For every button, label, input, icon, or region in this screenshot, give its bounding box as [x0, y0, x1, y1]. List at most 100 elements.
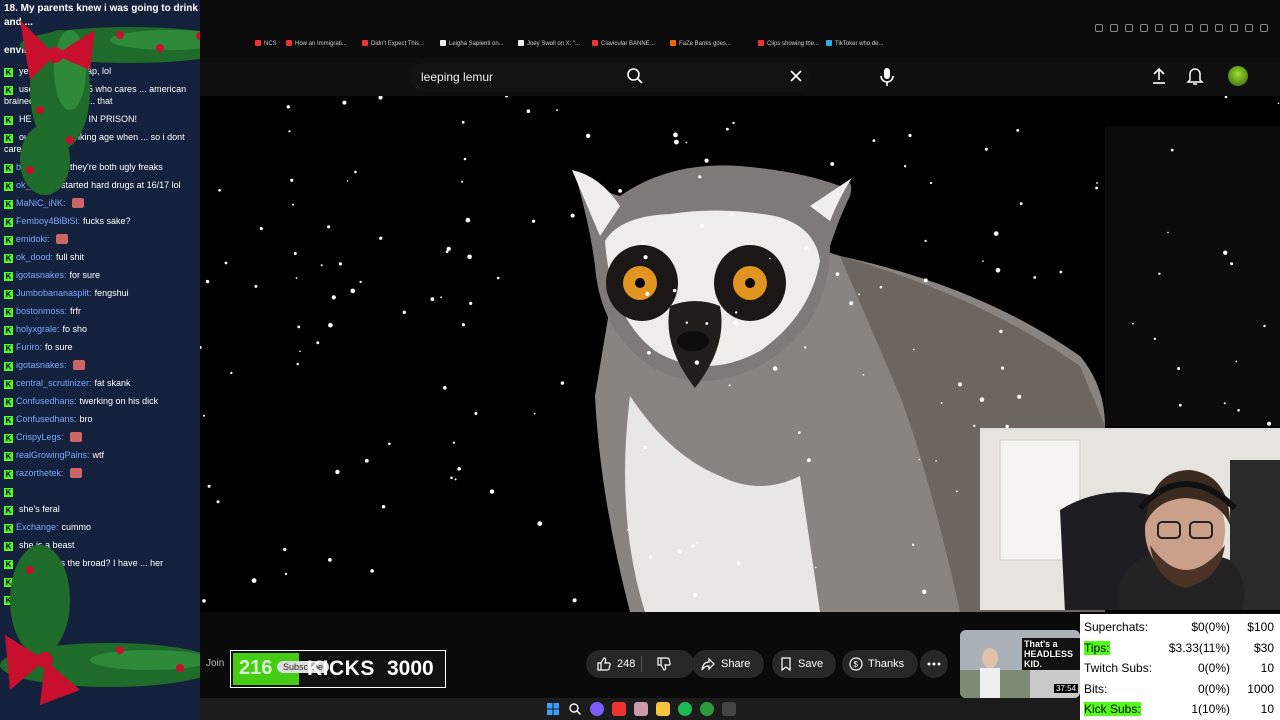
- snowflake: [618, 189, 622, 193]
- bookmark-item[interactable]: How an Immigrati...: [286, 40, 347, 47]
- snowflake: [627, 528, 630, 531]
- bookmark-item[interactable]: Leigha Sapienti on...: [440, 40, 504, 47]
- chat-username[interactable]: realGrowingPains:: [16, 450, 90, 460]
- app-icon[interactable]: [634, 702, 648, 716]
- chat-username[interactable]: Confusedhans:: [16, 414, 77, 424]
- app-icon[interactable]: [722, 702, 736, 716]
- donation-goal-label: Bits:: [1084, 681, 1108, 696]
- folder-icon[interactable]: [656, 702, 670, 716]
- chat-username[interactable]: razorthetek:: [16, 468, 64, 478]
- browser-app-icon[interactable]: [590, 702, 604, 716]
- search-icon[interactable]: [568, 702, 582, 716]
- kick-badge-icon: K: [4, 86, 13, 95]
- bookmark-item[interactable]: Didn't Expect This...: [362, 40, 424, 47]
- avatar[interactable]: [1228, 66, 1248, 86]
- chat-message: K Jumbobananasplit: fengshui: [0, 284, 200, 302]
- emote-icon: [72, 360, 85, 370]
- bookmark-item[interactable]: TikToker who de...: [826, 40, 883, 47]
- snowflake: [995, 268, 1001, 273]
- bookmark-item[interactable]: Clavicular BANNE...: [592, 40, 655, 47]
- extension-icon[interactable]: [1215, 24, 1223, 32]
- snowflake: [1230, 262, 1234, 266]
- chat-text: out 16 was drinking age when ... so i do…: [4, 132, 185, 154]
- more-actions-button[interactable]: [920, 650, 948, 678]
- search-icon[interactable]: [626, 67, 644, 85]
- chat-text: she's feral: [19, 504, 60, 514]
- recommended-video-thumbnail[interactable]: That's a HEADLESS KID. 37:54: [960, 630, 1080, 698]
- chat-username[interactable]: bostonmoss:: [16, 306, 67, 316]
- bookmark-item[interactable]: Joey Swoll on X: "...: [518, 40, 580, 47]
- chat-username[interactable]: igotasnakes:: [16, 360, 67, 370]
- extension-icon[interactable]: [1110, 24, 1118, 32]
- extension-icon[interactable]: [1155, 24, 1163, 32]
- kicks-goal-label: KICKS: [307, 657, 375, 680]
- chat-header-line1: 18. My parents knew i was going to drink…: [4, 3, 198, 28]
- snowflake: [295, 277, 298, 279]
- chat-message: K Confusedhans: twerking on his dick: [0, 392, 200, 410]
- xbox-icon[interactable]: [700, 702, 714, 716]
- donation-goal-value: 0(0%): [1197, 661, 1230, 675]
- snowflake: [685, 321, 688, 324]
- favicon-icon: [518, 40, 524, 46]
- chat-username[interactable]: bostonmoss:: [16, 162, 67, 172]
- chat-message: Kused to drink at 15 who cares ... ameri…: [0, 80, 200, 110]
- notification-bell-icon[interactable]: [1186, 66, 1204, 86]
- extension-icon[interactable]: [1095, 24, 1103, 32]
- extension-icon[interactable]: [1185, 24, 1193, 32]
- snowflake: [1263, 324, 1266, 328]
- chat-message: K Confusedhans: bro: [0, 410, 200, 428]
- chat-username[interactable]: holyxgrale:: [16, 324, 60, 334]
- chat-username[interactable]: ok_dood:: [16, 252, 53, 262]
- snowflake: [772, 366, 778, 371]
- microphone-icon[interactable]: [877, 66, 897, 88]
- chat-username[interactable]: ok_dood:: [16, 180, 53, 190]
- thumbs-down-icon[interactable]: [656, 656, 672, 672]
- app-icon[interactable]: [612, 702, 626, 716]
- chat-username[interactable]: Confusedhans:: [16, 396, 77, 406]
- emote-icon: [71, 198, 84, 208]
- chat-username[interactable]: Femboy4BiBiSi:: [16, 216, 80, 226]
- extension-icon[interactable]: [1260, 24, 1268, 32]
- search-input[interactable]: leeping lemur: [421, 70, 493, 84]
- chat-message: Kbostonmoss: frfr: [0, 302, 200, 320]
- extension-icon[interactable]: [1230, 24, 1238, 32]
- snowflake: [674, 139, 679, 145]
- chat-username[interactable]: Exchange:: [16, 522, 59, 532]
- save-button[interactable]: Save: [772, 650, 836, 678]
- chat-username[interactable]: Furiro:: [16, 342, 42, 352]
- donation-goal-value: $3.33(11%): [1168, 640, 1230, 655]
- bookmark-item[interactable]: Clips showing the...: [758, 40, 819, 47]
- extension-icon[interactable]: [1200, 24, 1208, 32]
- snowflake: [956, 490, 958, 493]
- snowflake: [496, 276, 500, 280]
- thanks-button[interactable]: $ Thanks: [842, 650, 918, 678]
- thumbs-up-icon[interactable]: [596, 656, 612, 672]
- clear-search-icon[interactable]: [789, 69, 803, 83]
- kick-badge-icon: K: [4, 434, 13, 443]
- bookmark-item[interactable]: NCS: [255, 40, 277, 47]
- app-icon[interactable]: [678, 702, 692, 716]
- snowflake: [1096, 182, 1098, 184]
- browser-toolbar: NCS How an Immigrati... Didn't Expect This…: [200, 0, 1280, 58]
- kicks-goal-target: 3000: [387, 657, 434, 680]
- chat-username[interactable]: central_scrutinizer:: [16, 378, 92, 388]
- chat-username[interactable]: MaNiC_iNK:: [16, 198, 66, 208]
- snowflake: [586, 133, 591, 138]
- chat-username[interactable]: CrispyLegs:: [16, 432, 64, 442]
- bookmark-item[interactable]: FaZe Banks goes...: [670, 40, 731, 47]
- snowflake: [726, 127, 729, 131]
- extension-icon[interactable]: [1140, 24, 1148, 32]
- chat-username[interactable]: igotasnakes:: [16, 270, 67, 280]
- share-button[interactable]: Share: [692, 650, 764, 678]
- windows-start-icon[interactable]: [546, 702, 560, 716]
- like-count[interactable]: 248: [617, 658, 635, 670]
- join-button[interactable]: Join: [206, 658, 224, 669]
- snowflake: [207, 484, 211, 488]
- search-box[interactable]: leeping lemur: [410, 62, 810, 92]
- extension-icon[interactable]: [1245, 24, 1253, 32]
- chat-username[interactable]: Jumbobananasplit:: [16, 288, 92, 298]
- extension-icon[interactable]: [1125, 24, 1133, 32]
- extension-icon[interactable]: [1170, 24, 1178, 32]
- chat-username[interactable]: emidoki:: [16, 234, 50, 244]
- upload-icon[interactable]: [1150, 66, 1168, 86]
